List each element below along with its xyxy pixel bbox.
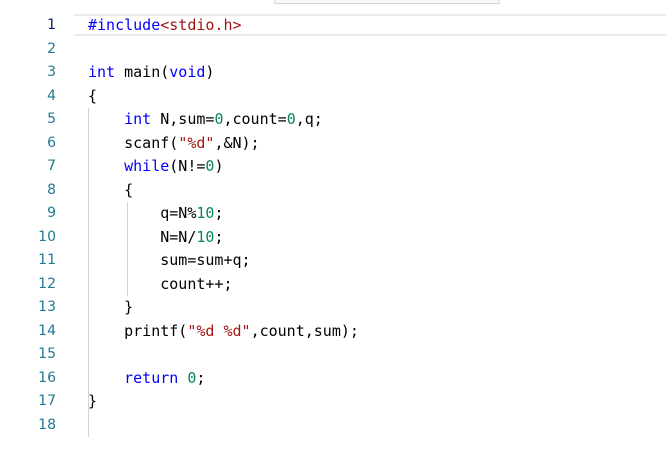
line-number: 10 — [38, 228, 56, 245]
code-area[interactable]: #include<stdio.h> int main(void){ int N,s… — [88, 14, 359, 437]
code-line[interactable]: { — [88, 179, 359, 203]
code-token: return — [124, 368, 179, 387]
code-token: } — [88, 392, 98, 410]
code-token: ; — [214, 227, 224, 246]
code-token: <stdio.h> — [160, 16, 242, 34]
code-token: q=N% — [88, 204, 197, 222]
code-token: ) — [205, 63, 215, 81]
line-number: 8 — [47, 181, 56, 198]
code-editor[interactable]: 1 2 3 4 5 6 7 8 9 10 11 12 13 14 15 16 17 18 #include<std… — [0, 0, 666, 476]
code-token: int — [124, 110, 152, 128]
line-number: 6 — [47, 134, 56, 151]
line-number: 7 — [47, 158, 56, 174]
code-line[interactable]: int N,sum=0,count=0,q; — [88, 108, 359, 132]
code-token: (N!= — [169, 157, 206, 175]
line-number-gutter: 1 2 3 4 5 6 7 8 9 10 11 12 13 14 15 16 17 18 — [0, 14, 70, 437]
code-line[interactable]: return 0; — [88, 367, 359, 391]
code-token: #include — [88, 16, 161, 34]
code-token: void — [169, 63, 206, 81]
line-number: 15 — [38, 346, 56, 362]
code-token: "%d" — [178, 133, 215, 152]
line-number: 11 — [38, 252, 56, 268]
code-line[interactable]: #include<stdio.h> — [88, 14, 359, 38]
code-line[interactable]: sum=sum+q; — [88, 249, 359, 273]
code-token: count++; — [88, 274, 233, 293]
code-token: N=N/ — [88, 227, 197, 246]
code-line[interactable] — [88, 343, 359, 367]
code-token: ,count= — [223, 110, 287, 128]
code-token: ,q; — [295, 110, 323, 128]
code-line[interactable]: q=N%10; — [88, 202, 359, 226]
code-line[interactable]: scanf("%d",&N); — [88, 132, 359, 156]
line-number: 3 — [47, 64, 56, 80]
code-token: ; — [214, 204, 224, 222]
code-token: } — [88, 298, 134, 316]
code-line[interactable] — [88, 38, 359, 62]
line-number: 1 — [47, 17, 56, 33]
code-token: printf( — [88, 321, 188, 340]
code-token: main( — [115, 63, 170, 81]
code-token: "%d %d" — [187, 321, 251, 340]
line-number: 16 — [38, 369, 56, 386]
line-number: 13 — [38, 299, 56, 315]
code-token: 10 — [196, 204, 215, 222]
code-line[interactable]: int main(void) — [88, 61, 359, 85]
code-token: scanf( — [88, 133, 179, 152]
line-number: 18 — [38, 416, 56, 433]
code-token: while — [124, 157, 170, 175]
code-token: 0 — [286, 110, 296, 128]
line-number: 4 — [47, 87, 56, 104]
code-line[interactable]: } — [88, 390, 359, 414]
line-number: 12 — [38, 275, 56, 292]
indent-guide — [127, 202, 128, 296]
line-number: 9 — [47, 205, 56, 221]
code-token: N,sum= — [151, 110, 215, 128]
line-number: 14 — [38, 322, 56, 339]
code-token: ,&N); — [214, 133, 260, 152]
code-line[interactable]: { — [88, 85, 359, 109]
code-token: { — [88, 180, 134, 199]
code-line[interactable]: N=N/10; — [88, 226, 359, 250]
code-token: 10 — [196, 227, 215, 246]
code-line[interactable]: } — [88, 296, 359, 320]
code-token: { — [88, 86, 98, 105]
code-line[interactable]: printf("%d %d",count,sum); — [88, 320, 359, 344]
code-token: int — [88, 63, 116, 81]
code-token: ,count,sum); — [250, 321, 359, 340]
code-line[interactable]: while(N!=0) — [88, 155, 359, 179]
code-line[interactable] — [88, 414, 359, 438]
code-token: sum=sum+q; — [88, 251, 251, 269]
top-panel-edge — [274, 0, 500, 4]
indent-guide — [88, 108, 89, 437]
code-token: ; — [196, 368, 206, 387]
code-token: ) — [214, 157, 224, 175]
line-number: 5 — [47, 111, 56, 127]
code-line[interactable]: count++; — [88, 273, 359, 297]
line-number: 2 — [47, 40, 56, 57]
line-number: 17 — [38, 393, 56, 409]
